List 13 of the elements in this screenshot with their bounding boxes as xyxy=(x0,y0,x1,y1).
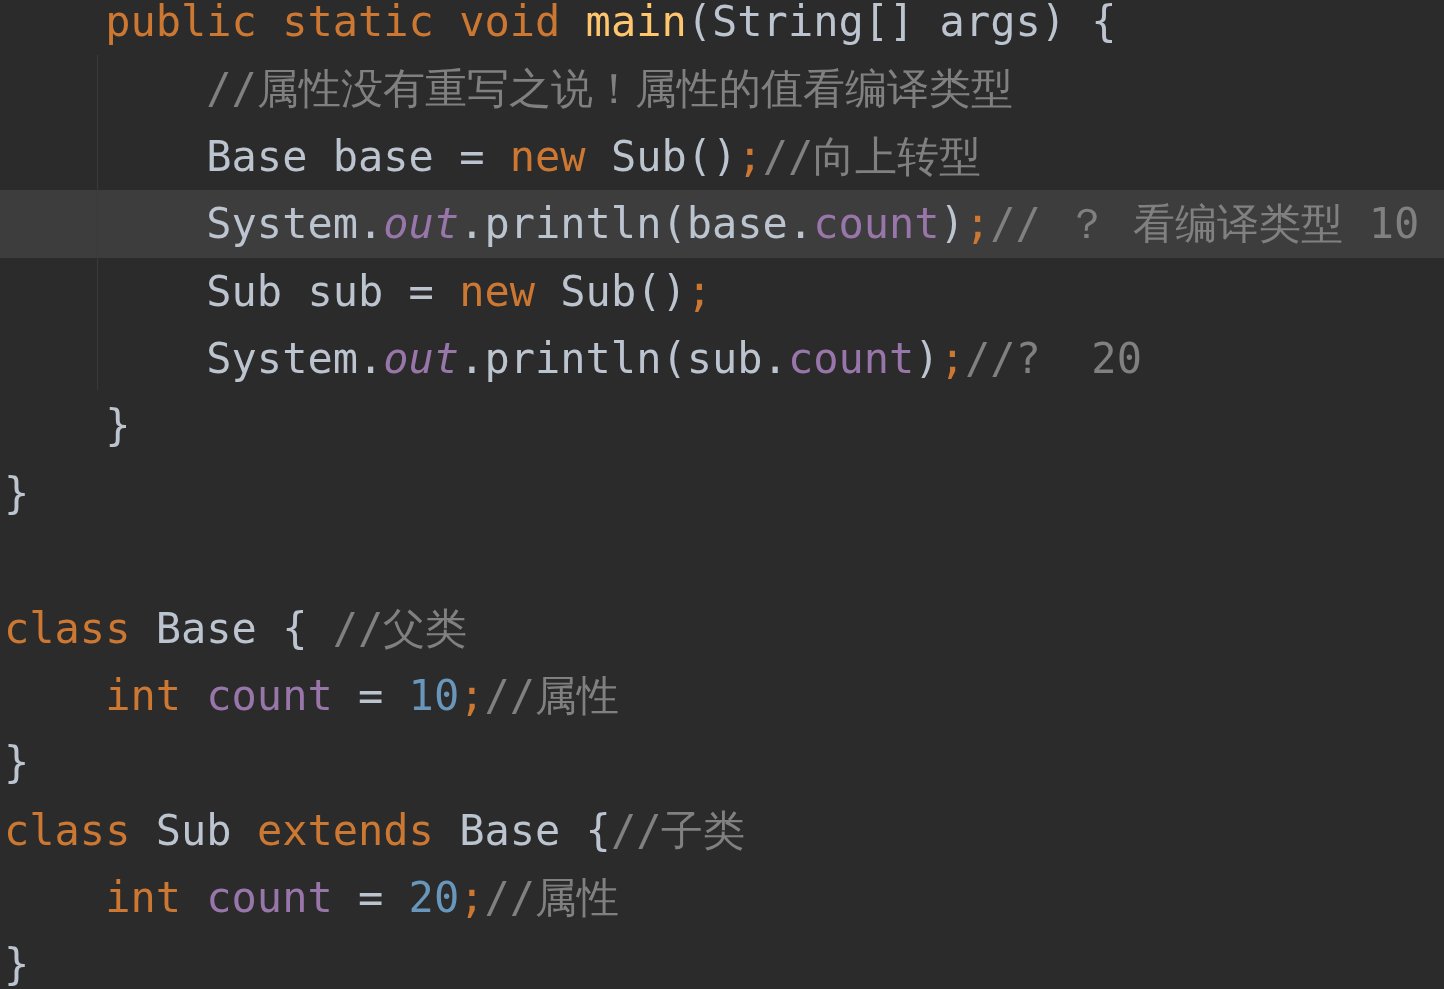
code-line: } xyxy=(3,467,31,520)
code-line: } xyxy=(3,737,31,790)
code-line: } xyxy=(104,400,132,453)
code-line: class Base { //父类 xyxy=(3,602,469,655)
code-line: int count = 10;//属性 xyxy=(104,669,621,722)
code-line: public static void main(String[] args) { xyxy=(104,0,1118,48)
code-line: Base base = new Sub();//向上转型 xyxy=(205,130,983,183)
code-line: System.out.println(sub.count);//? 20 xyxy=(205,332,1143,385)
code-line: class Sub extends Base {//子类 xyxy=(3,804,747,857)
code-line: //属性没有重写之说！属性的值看编译类型 xyxy=(205,63,1014,116)
code-line: int count = 20;//属性 xyxy=(104,872,621,925)
code-line: } xyxy=(3,939,31,989)
code-line: Sub sub = new Sub(); xyxy=(205,265,714,318)
